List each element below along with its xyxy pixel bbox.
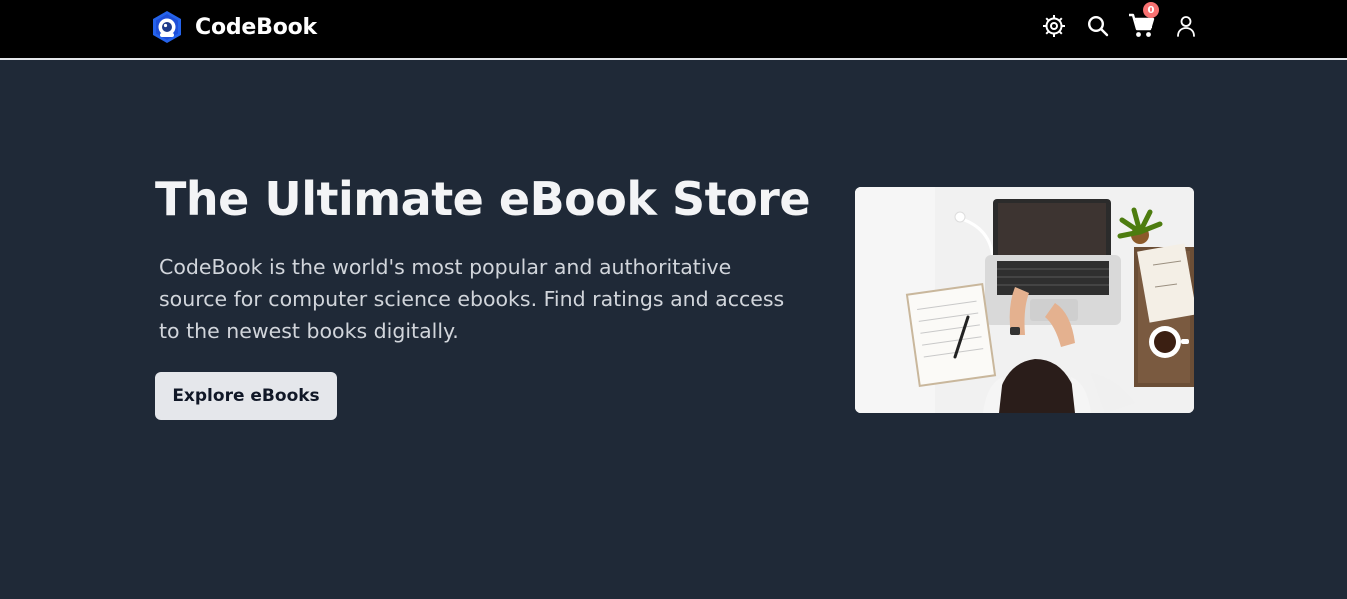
cart-count-badge: 0 (1143, 2, 1159, 18)
user-icon[interactable] (1171, 11, 1201, 41)
cart-button[interactable]: 0 (1127, 2, 1159, 41)
nav-icons: 0 (0, 2, 1347, 41)
explore-ebooks-button[interactable]: Explore eBooks (155, 372, 337, 420)
hero-description: CodeBook is the world's most popular and… (159, 255, 785, 343)
hero-title: The Ultimate eBook Store (155, 172, 811, 226)
navbar: CodeBook 0 (0, 0, 1347, 60)
hero-image (855, 187, 1194, 413)
search-icon[interactable] (1083, 11, 1113, 41)
gear-icon[interactable] (1039, 11, 1069, 41)
